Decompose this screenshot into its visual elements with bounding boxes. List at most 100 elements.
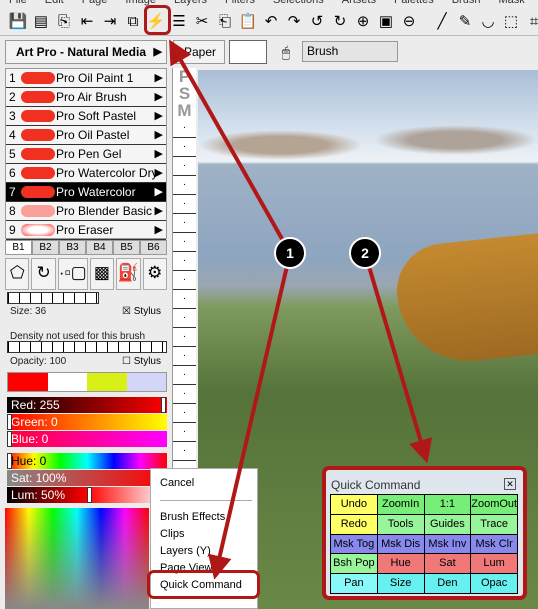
- size-slider[interactable]: [7, 292, 99, 304]
- qc-redo-button[interactable]: Redo: [331, 514, 377, 534]
- slider-knob[interactable]: [87, 487, 92, 503]
- texture-icon[interactable]: ▩: [89, 258, 115, 290]
- qc-msk-clr-button[interactable]: Msk Clr: [471, 534, 517, 554]
- slider-knob[interactable]: [7, 414, 12, 430]
- color-swatch[interactable]: [87, 373, 127, 391]
- color-swatch[interactable]: [8, 373, 48, 391]
- prev-page-icon[interactable]: ⇤: [77, 12, 97, 32]
- brush-item[interactable]: 5 Pro Pen Gel ▶: [6, 145, 166, 164]
- qc-den-button[interactable]: Den: [424, 574, 471, 593]
- rotate-left-icon[interactable]: ↶: [261, 12, 281, 32]
- brush-slot[interactable]: ·: [173, 176, 196, 195]
- brush-field[interactable]: Brush: [302, 41, 398, 62]
- next-page-icon[interactable]: ⇥: [100, 12, 120, 32]
- color-picker[interactable]: [5, 508, 149, 609]
- cut-icon[interactable]: ✂: [192, 12, 212, 32]
- size-stylus-checkbox[interactable]: ☒ Stylus: [122, 306, 161, 317]
- brush-item[interactable]: 2 Pro Air Brush ▶: [6, 88, 166, 107]
- psm-m-button[interactable]: M: [173, 102, 196, 119]
- qc-hue-button[interactable]: Hue: [377, 554, 424, 574]
- brush-tab[interactable]: B2: [32, 240, 59, 255]
- spacing-icon[interactable]: ·▫▢: [57, 258, 88, 290]
- triangle-right-icon[interactable]: ▶: [155, 126, 163, 144]
- brush-item[interactable]: 8 Pro Blender Basic ▶: [6, 202, 166, 221]
- undo-icon[interactable]: ↺: [307, 12, 327, 32]
- psm-p-button[interactable]: P: [173, 68, 196, 85]
- psm-s-button[interactable]: S: [173, 85, 196, 102]
- qc-undo-button[interactable]: Undo: [331, 495, 377, 514]
- actual-size-icon[interactable]: ▣: [376, 12, 396, 32]
- brush-slot[interactable]: ·: [173, 252, 196, 271]
- redo-icon[interactable]: ↻: [330, 12, 350, 32]
- brush-tab[interactable]: B4: [86, 240, 113, 255]
- rotate-right-icon[interactable]: ↷: [284, 12, 304, 32]
- copy-icon[interactable]: ⎗: [215, 12, 235, 32]
- brush-tab[interactable]: B1: [5, 240, 32, 255]
- brush-tab[interactable]: B6: [140, 240, 167, 255]
- qc-bsh-pop-button[interactable]: Bsh Pop: [331, 554, 377, 574]
- brush-icon[interactable]: ╱: [432, 12, 452, 32]
- brush-slot[interactable]: ·: [173, 309, 196, 328]
- qc-tools-button[interactable]: Tools: [377, 514, 424, 534]
- brush-item[interactable]: 7 Pro Watercolor ▶: [6, 183, 166, 202]
- menu-item-layers[interactable]: Layers (Y): [160, 545, 211, 557]
- qc-msk-tog-button[interactable]: Msk Tog: [331, 534, 377, 554]
- qc-msk-dis-button[interactable]: Msk Dis: [377, 534, 424, 554]
- brush-slot[interactable]: ·: [173, 271, 196, 290]
- brush-item[interactable]: 3 Pro Soft Pastel ▶: [6, 107, 166, 126]
- triangle-right-icon[interactable]: ▶: [155, 202, 163, 220]
- brush-slot[interactable]: ·: [173, 385, 196, 404]
- eyedropper-icon[interactable]: ✎: [455, 12, 475, 32]
- brush-item[interactable]: 4 Pro Oil Pastel ▶: [6, 126, 166, 145]
- triangle-right-icon[interactable]: ▶: [155, 107, 163, 125]
- qc-msk-inv-button[interactable]: Msk Inv: [424, 534, 471, 554]
- brush-item[interactable]: 1 Pro Oil Paint 1 ▶: [6, 69, 166, 88]
- blue-slider[interactable]: Blue: 0: [7, 431, 167, 447]
- color-swatch[interactable]: [126, 373, 166, 391]
- triangle-right-icon[interactable]: ▶: [155, 145, 163, 163]
- bucket-icon[interactable]: ◡: [478, 12, 498, 32]
- menu-item-cancel[interactable]: Cancel: [160, 477, 194, 489]
- opacity-stylus-checkbox[interactable]: ☐ Stylus: [122, 356, 161, 367]
- insert-page-icon[interactable]: ⧉: [123, 12, 143, 32]
- brush-slot[interactable]: ·: [173, 404, 196, 423]
- qc-lum-button[interactable]: Lum: [471, 554, 517, 574]
- brush-slot[interactable]: ·: [173, 347, 196, 366]
- brush-slot[interactable]: ·: [173, 195, 196, 214]
- panel-icon[interactable]: ▤: [31, 12, 51, 32]
- brush-slot[interactable]: ·: [173, 214, 196, 233]
- slider-knob[interactable]: [7, 453, 12, 469]
- brush-slot[interactable]: ·: [173, 233, 196, 252]
- text-list-icon[interactable]: ☰: [169, 12, 189, 32]
- settings-gear-icon[interactable]: ⚙: [142, 258, 168, 290]
- sat-slider[interactable]: Sat: 100%: [7, 470, 167, 486]
- zoom-out-icon[interactable]: ⊖: [399, 12, 419, 32]
- qc-1-1-button[interactable]: 1:1: [424, 495, 471, 514]
- triangle-right-icon[interactable]: ▶: [155, 164, 163, 182]
- brush-tab[interactable]: B5: [113, 240, 140, 255]
- brush-slot[interactable]: ·: [173, 423, 196, 442]
- qc-zoomout-button[interactable]: ZoomOut: [471, 495, 517, 514]
- qc-sat-button[interactable]: Sat: [424, 554, 471, 574]
- spray-icon[interactable]: ⛽: [116, 258, 141, 290]
- paste-icon[interactable]: 📋: [238, 12, 258, 32]
- triangle-right-icon[interactable]: ▶: [155, 183, 163, 201]
- brush-item[interactable]: 6 Pro Watercolor Dry ▶: [6, 164, 166, 183]
- triangle-right-icon[interactable]: ▶: [155, 69, 163, 87]
- triangle-right-icon[interactable]: ▶: [155, 221, 163, 239]
- selection-icon[interactable]: ⬚: [501, 12, 521, 32]
- shape-icon[interactable]: ⬠: [5, 258, 30, 290]
- menu-item-brush-effects[interactable]: Brush Effects: [160, 511, 225, 523]
- artset-selector[interactable]: Art Pro - Natural Media ▶: [5, 40, 167, 64]
- brush-slot[interactable]: ·: [173, 157, 196, 176]
- brush-slot[interactable]: ·: [173, 328, 196, 347]
- qc-guides-button[interactable]: Guides: [424, 514, 471, 534]
- brush-slot[interactable]: ·: [173, 138, 196, 157]
- slider-knob[interactable]: [161, 397, 166, 413]
- save-icon[interactable]: 💾: [8, 12, 28, 32]
- qc-opac-button[interactable]: Opac: [471, 574, 517, 593]
- opacity-slider[interactable]: [7, 341, 167, 353]
- brush-item[interactable]: 9 Pro Eraser ▶: [6, 221, 166, 240]
- paper-button[interactable]: Paper: [173, 40, 225, 64]
- red-slider[interactable]: Red: 255: [7, 397, 167, 413]
